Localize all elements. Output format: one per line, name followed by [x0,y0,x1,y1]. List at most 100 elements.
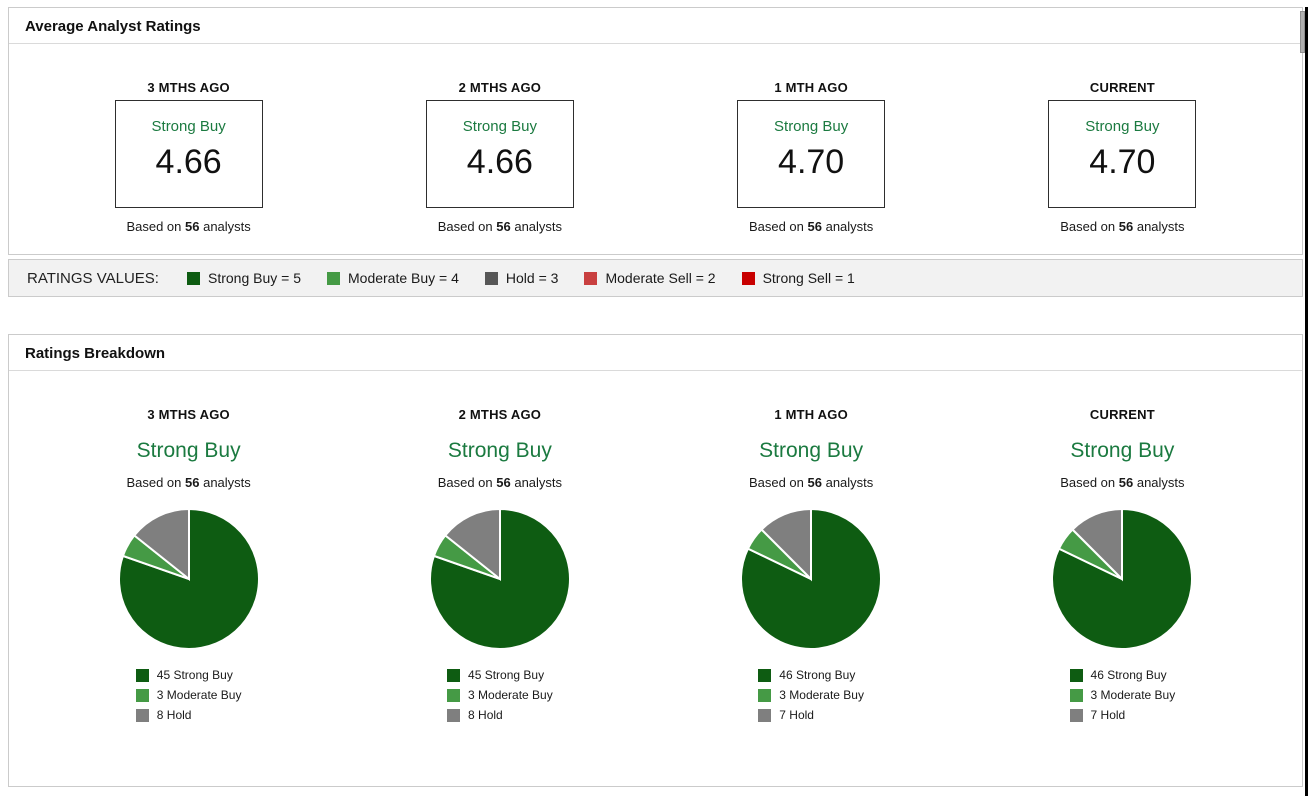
rating-label: Strong Buy [1085,118,1160,135]
rating-label: Strong Buy [151,118,226,135]
ratings-values-bar: RATINGS VALUES: Strong Buy = 5 Moderate … [8,259,1303,297]
pie-legend: 46 Strong Buy 3 Moderate Buy 7 Hold [758,668,864,722]
legend-swatch-label: Strong Buy = 5 [207,270,301,286]
overall-rating-label: Strong Buy [447,439,552,462]
overall-rating-label: Strong Buy [759,439,864,462]
legend-swatch [327,271,340,285]
based-prefix: Based on [437,219,493,234]
legend-swatch [758,688,772,702]
based-suffix: analysts [1136,475,1185,490]
ratings-breakdown-column: 3 MTHS AGO Strong Buy Based on 56 analys… [33,371,344,728]
legend-swatch [447,668,461,682]
pie-legend: 45 Strong Buy 3 Moderate Buy 8 Hold [135,668,242,722]
legend-swatch [484,271,498,285]
legend-swatch-label: 7 Hold [779,708,814,722]
legend-swatch [1069,668,1083,682]
pie-legend-row: 3 Moderate Buy [135,688,242,702]
average-analyst-ratings-panel: Average Analyst Ratings 3 MTHS AGO Stron… [8,7,1303,255]
legend-swatch-label: 46 Strong Buy [779,668,856,682]
ratings-breakdown-columns: 3 MTHS AGO Strong Buy Based on 56 analys… [9,371,1302,728]
analyst-count: 56 [807,219,822,234]
legend-swatch-label: Moderate Buy = 4 [348,270,459,286]
average-rating-column: 3 MTHS AGO Strong Buy 4.66 Based on 56 a… [33,44,344,234]
scrollbar-thumb[interactable] [1300,11,1305,53]
rating-value: 4.66 [155,143,222,181]
analyst-count: 56 [496,219,511,234]
period-label: 3 MTHS AGO [147,407,230,422]
based-on-analysts: Based on 56 analysts [344,219,655,234]
pie-legend: 46 Strong Buy 3 Moderate Buy 7 Hold [1069,668,1176,722]
pie-legend-row: 45 Strong Buy [135,668,242,682]
based-prefix: Based on [126,219,182,234]
ratings-values-item: Moderate Buy = 4 [327,270,459,286]
legend-swatch-label: 3 Moderate Buy [156,688,242,702]
based-suffix: analysts [825,475,874,490]
based-prefix: Based on [1060,475,1116,490]
legend-swatch [447,688,461,702]
average-ratings-title: Average Analyst Ratings [9,8,1302,44]
analyst-count: 56 [1118,219,1134,234]
period-label: 1 MTH AGO [774,80,848,95]
rating-value: 4.66 [466,143,533,181]
pie-legend: 45 Strong Buy 3 Moderate Buy 8 Hold [447,668,553,722]
analyst-count: 56 [496,475,511,490]
legend-swatch [186,271,200,285]
legend-swatch-label: 7 Hold [1090,708,1126,722]
legend-swatch-label: 46 Strong Buy [1090,668,1167,682]
pie-legend-row: 7 Hold [1069,708,1176,722]
ratings-breakdown-panel: Ratings Breakdown 3 MTHS AGO Strong Buy … [8,334,1303,787]
based-on-analysts: Based on 56 analysts [344,475,655,490]
average-ratings-columns: 3 MTHS AGO Strong Buy 4.66 Based on 56 a… [9,44,1302,234]
average-rating-column: 1 MTH AGO Strong Buy 4.70 Based on 56 an… [656,44,967,234]
rating-value: 4.70 [1089,143,1156,181]
overall-rating-label: Strong Buy [1070,439,1175,462]
legend-swatch [1069,688,1083,702]
based-prefix: Based on [1060,219,1116,234]
based-suffix: analysts [203,475,251,490]
legend-swatch [758,708,772,722]
legend-swatch-label: 3 Moderate Buy [1090,688,1176,702]
legend-swatch-label: 45 Strong Buy [468,668,545,682]
ratings-values-item: Strong Buy = 5 [186,270,301,286]
period-label: 3 MTHS AGO [147,80,230,95]
legend-swatch [758,668,772,682]
period-label: CURRENT [1089,407,1155,422]
ratings-pie-chart [428,507,571,650]
based-on-analysts: Based on 56 analysts [967,219,1278,234]
based-on-analysts: Based on 56 analysts [967,475,1278,490]
ratings-values-label: RATINGS VALUES: [27,269,159,287]
ratings-pie-chart [1051,507,1194,650]
legend-swatch-label: Moderate Sell = 2 [605,270,716,286]
legend-swatch-label: 3 Moderate Buy [468,688,553,702]
analyst-count: 56 [807,475,822,490]
rating-box: Strong Buy 4.70 [1048,100,1197,208]
based-suffix: analysts [514,475,563,490]
based-prefix: Based on [437,475,493,490]
based-prefix: Based on [748,475,804,490]
rating-label: Strong Buy [774,118,849,135]
period-label: 2 MTHS AGO [458,80,542,95]
based-suffix: analysts [203,219,251,234]
legend-swatch-label: 3 Moderate Buy [779,688,864,702]
based-on-analysts: Based on 56 analysts [33,475,344,490]
legend-swatch-label: Hold = 3 [505,270,559,286]
pie-legend-row: 8 Hold [447,708,553,722]
based-suffix: analysts [514,219,563,234]
legend-swatch [1069,708,1083,722]
ratings-values-item: Strong Sell = 1 [741,270,855,286]
legend-swatch [135,708,149,722]
legend-swatch [135,668,149,682]
rating-box: Strong Buy 4.66 [425,100,574,208]
ratings-breakdown-title: Ratings Breakdown [9,335,1302,371]
rating-box: Strong Buy 4.66 [114,100,263,208]
legend-swatch [584,271,598,285]
period-label: 1 MTH AGO [774,407,848,422]
rating-label: Strong Buy [462,118,537,135]
legend-swatch-label: 8 Hold [468,708,503,722]
analyst-count: 56 [185,475,200,490]
ratings-pie-chart [740,507,883,650]
legend-swatch-label: Strong Sell = 1 [762,270,855,286]
ratings-values-item: Moderate Sell = 2 [584,270,716,286]
ratings-pie-chart [117,507,260,650]
period-label: 2 MTHS AGO [458,407,542,422]
